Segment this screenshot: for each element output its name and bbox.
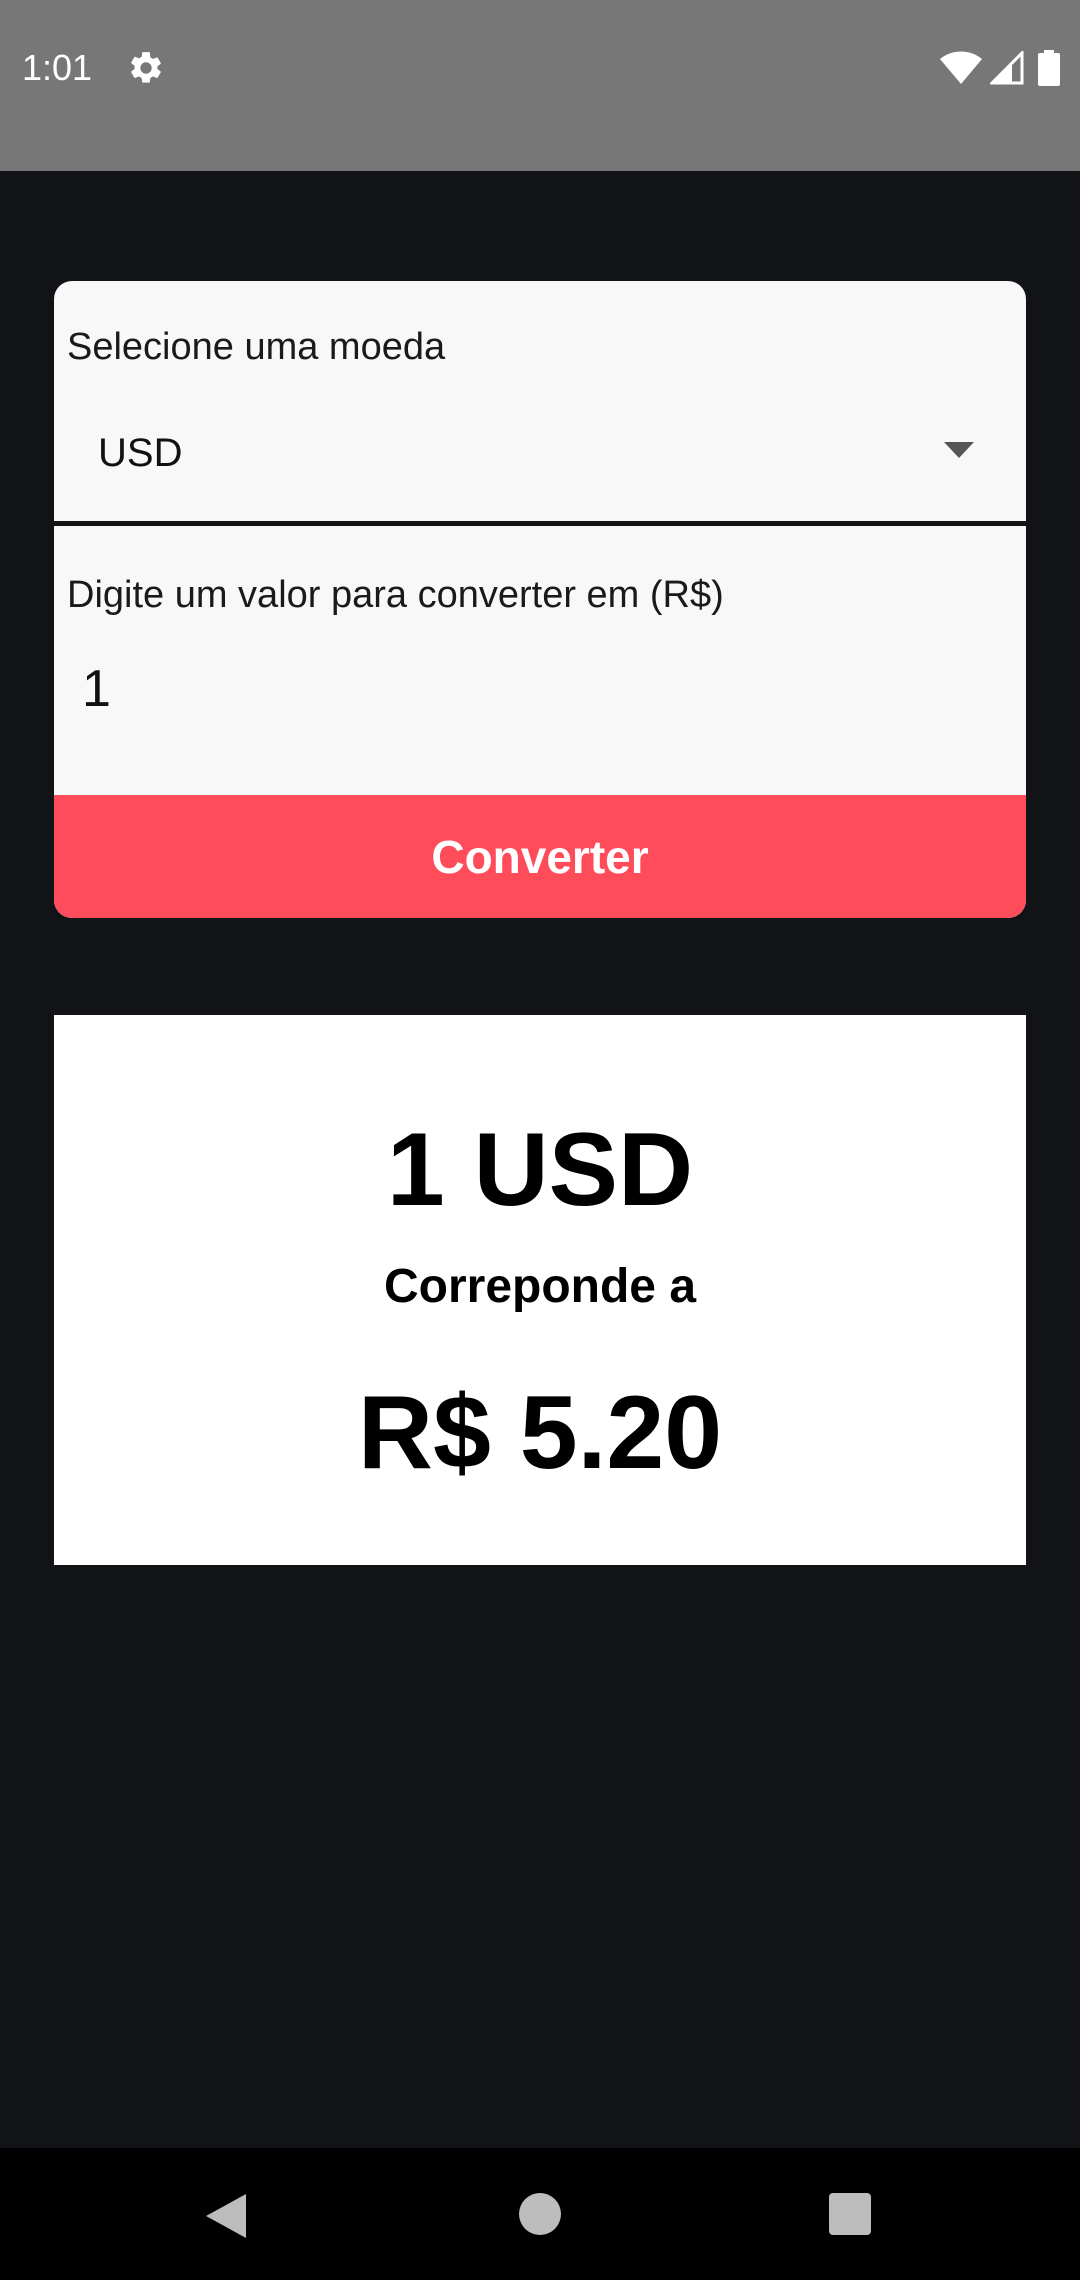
recents-icon[interactable] (829, 2193, 871, 2235)
navigation-bar (0, 2148, 1080, 2280)
result-caption: Correponde a (383, 1260, 697, 1313)
status-bar: 1:01 (0, 0, 1080, 171)
converter-card: Selecione uma moeda USD Digite um valor … (54, 281, 1026, 918)
back-icon[interactable] (204, 2192, 248, 2240)
battery-icon (1038, 50, 1060, 86)
currency-select-value[interactable]: USD (98, 429, 182, 477)
wifi-icon (940, 51, 982, 85)
status-time: 1:01 (22, 47, 93, 88)
result-amount: 1 USD (386, 1112, 694, 1228)
gear-icon (127, 49, 165, 87)
field-divider (54, 521, 1026, 526)
signal-icon (988, 49, 1024, 85)
amount-input[interactable] (82, 649, 982, 729)
currency-select[interactable]: Selecione uma moeda USD (54, 281, 1026, 526)
result-card: 1 USD Correponde a R$ 5.20 (54, 1015, 1026, 1565)
status-icons (940, 48, 1060, 88)
convert-button[interactable]: Converter (54, 795, 1026, 918)
currency-select-label: Selecione uma moeda (67, 326, 446, 368)
dropdown-arrow-icon[interactable] (944, 442, 974, 458)
amount-input-label: Digite um valor para converter em (R$) (67, 574, 724, 616)
home-icon[interactable] (519, 2193, 561, 2235)
result-value: R$ 5.20 (357, 1375, 723, 1491)
